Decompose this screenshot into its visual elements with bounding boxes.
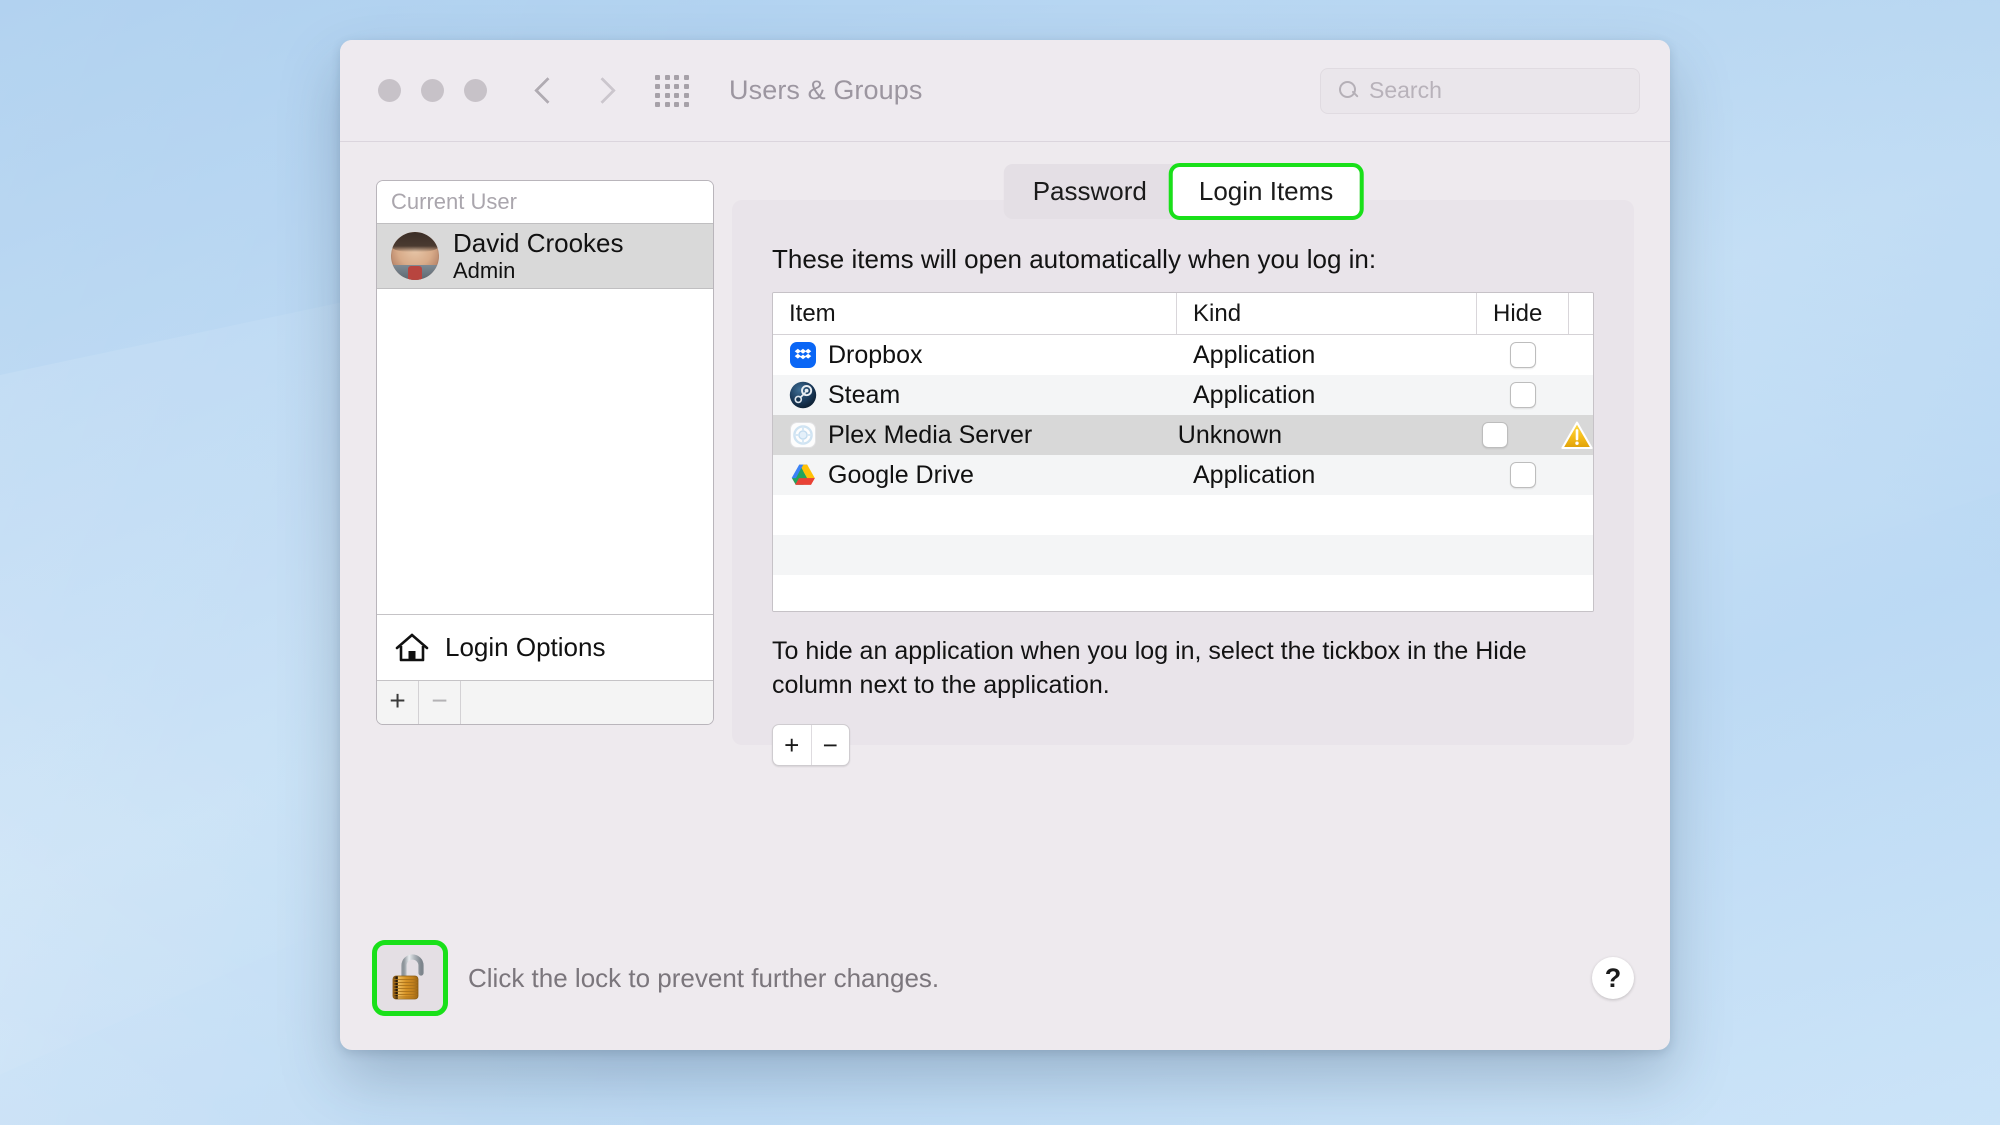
table-row[interactable]: Plex Media Server Unknown (773, 415, 1593, 455)
unlocked-padlock-icon (392, 954, 424, 1000)
row-item-label: Google Drive (828, 460, 974, 489)
window-title: Users & Groups (729, 75, 923, 105)
traffic-light-buttons[interactable] (378, 79, 487, 102)
row-kind-cell: Application (1193, 380, 1316, 409)
steam-icon (789, 381, 817, 409)
avatar-shirt (391, 265, 439, 280)
lock-hint-text: Click the lock to prevent further change… (468, 962, 940, 993)
sidebar-footer-spacer (461, 681, 713, 724)
window-content: Current User David Crookes Admin Login O… (340, 142, 1670, 1050)
add-login-item-button[interactable]: + (773, 725, 812, 765)
house-icon (395, 633, 429, 661)
tab-password[interactable]: Password (1007, 167, 1173, 216)
row-hide-cell (1477, 342, 1569, 368)
column-header-item[interactable]: Item (773, 293, 1177, 334)
table-header-row: Item Kind Hide (773, 293, 1593, 335)
remove-user-button[interactable]: − (419, 681, 461, 724)
row-item-cell: Steam (773, 381, 1177, 410)
hide-column-hint: To hide an application when you log in, … (772, 637, 1527, 699)
table-row[interactable]: Steam Application (773, 375, 1593, 415)
hide-checkbox[interactable] (1510, 342, 1536, 368)
user-avatar (391, 232, 439, 280)
column-header-kind[interactable]: Kind (1177, 293, 1477, 334)
users-list-sidebar: Current User David Crookes Admin Login O… (376, 180, 714, 725)
hide-checkbox[interactable] (1510, 382, 1536, 408)
lock-bar: Click the lock to prevent further change… (372, 940, 1634, 1016)
table-row[interactable]: Dropbox Application (773, 335, 1593, 375)
sidebar-item-current-user[interactable]: David Crookes Admin (377, 223, 713, 289)
table-empty-row (773, 575, 1593, 611)
row-item-cell: Plex Media Server (773, 421, 1162, 450)
row-item-label: Dropbox (828, 340, 923, 369)
warning-triangle-icon (1561, 421, 1593, 449)
back-chevron-icon[interactable] (535, 74, 557, 108)
forward-chevron-icon[interactable] (591, 74, 613, 108)
search-field[interactable] (1320, 67, 1640, 114)
add-user-button[interactable]: + (377, 681, 419, 724)
row-kind-cell: Application (1193, 460, 1316, 489)
google-drive-icon (791, 464, 815, 485)
row-item-label: Steam (828, 380, 901, 409)
tab-bar: Password Login Items (1003, 163, 1364, 220)
main-panel: Password Login Items These items will op… (732, 163, 1634, 1050)
user-full-name: David Crookes (453, 227, 624, 258)
hide-checkbox[interactable] (1510, 462, 1536, 488)
add-remove-login-item-buttons: + − (772, 724, 850, 766)
table-empty-row (773, 535, 1593, 575)
avatar-hair (391, 232, 439, 252)
row-warning-cell (1539, 421, 1593, 450)
plex-icon (790, 422, 816, 448)
panel-title: These items will open automatically when… (772, 244, 1377, 274)
minimize-button[interactable] (421, 79, 444, 102)
row-hide-cell (1451, 422, 1539, 448)
row-kind-cell: Application (1193, 340, 1316, 369)
row-item-cell: Google Drive (773, 461, 1177, 490)
sidebar-empty-area (377, 289, 713, 614)
row-hide-cell (1477, 382, 1569, 408)
row-item-label: Plex Media Server (828, 420, 1033, 449)
tab-login-items[interactable]: Login Items (1168, 163, 1364, 220)
sidebar-item-login-options[interactable]: Login Options (377, 614, 713, 680)
user-name-block: David Crookes Admin (453, 228, 624, 285)
table-empty-row (773, 495, 1593, 535)
row-item-cell: Dropbox (773, 341, 1177, 370)
login-items-panel: These items will open automatically when… (732, 200, 1634, 766)
login-options-label: Login Options (445, 632, 606, 662)
lock-button[interactable] (372, 940, 448, 1016)
search-icon (1339, 80, 1359, 101)
user-account-type: Admin (453, 258, 516, 284)
window-titlebar: Users & Groups (340, 40, 1670, 142)
sidebar-section-header: Current User (377, 181, 713, 223)
zoom-button[interactable] (464, 79, 487, 102)
column-header-spacer (1569, 293, 1593, 334)
system-preferences-window: Users & Groups Current User David Crooke… (340, 40, 1670, 1050)
remove-login-item-button[interactable]: − (812, 725, 850, 765)
row-hide-cell (1477, 462, 1569, 488)
search-input[interactable] (1369, 77, 1627, 104)
login-items-table: Item Kind Hide Dropbox Application Steam… (772, 292, 1594, 612)
table-row[interactable]: Google Drive Application (773, 455, 1593, 495)
close-button[interactable] (378, 79, 401, 102)
show-all-grid-icon[interactable] (655, 74, 689, 107)
navigation-buttons (535, 74, 613, 108)
help-button[interactable]: ? (1592, 957, 1634, 999)
row-kind-cell: Unknown (1177, 420, 1282, 449)
column-header-hide[interactable]: Hide (1477, 293, 1569, 334)
hide-checkbox[interactable] (1481, 422, 1508, 448)
dropbox-icon (790, 342, 816, 368)
sidebar-footer-toolbar: + − (377, 680, 713, 724)
